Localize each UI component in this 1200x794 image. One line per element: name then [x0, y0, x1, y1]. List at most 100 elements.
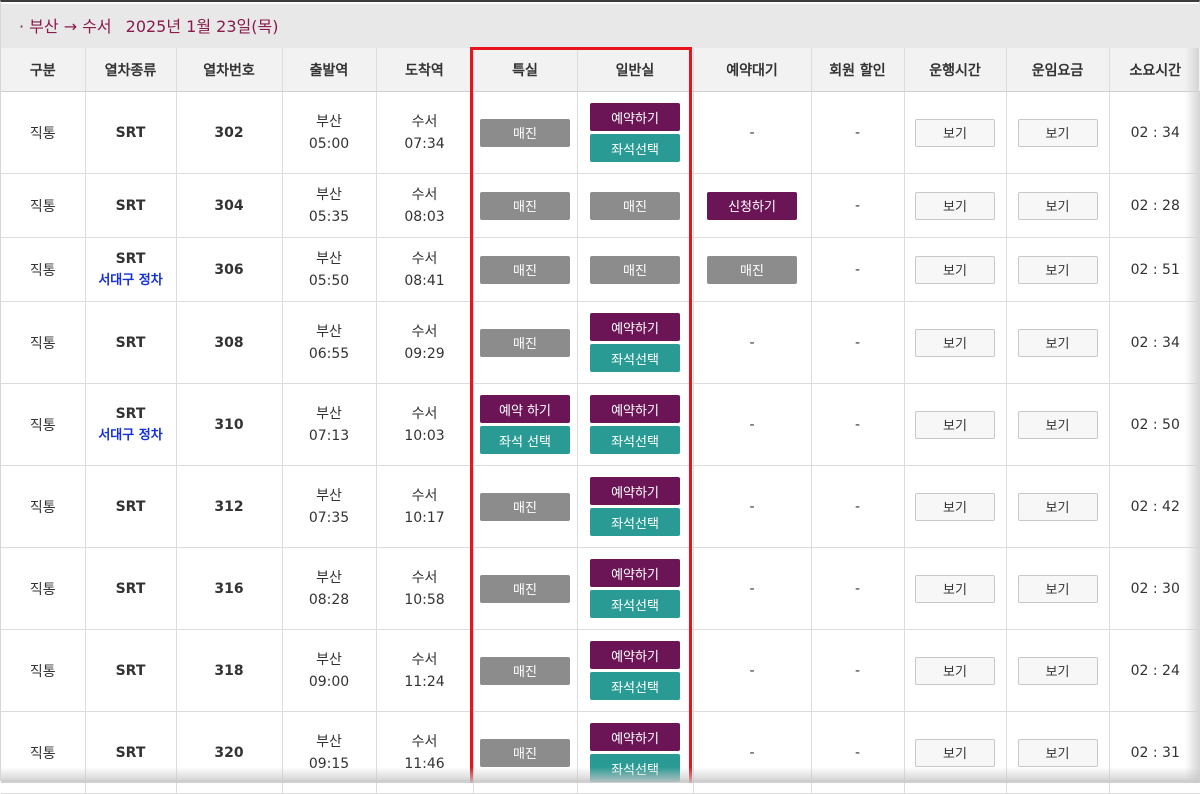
- view-fare-button[interactable]: 보기: [1017, 656, 1098, 685]
- departure-time: 09:00: [308, 673, 350, 690]
- view-schedule-button[interactable]: 보기: [915, 191, 995, 220]
- reserve-button[interactable]: 예약하기: [590, 477, 680, 505]
- schedule-cell: 보기: [903, 547, 1006, 630]
- departure-stack: 부산 07:13: [283, 403, 376, 447]
- table-row: 직통 SRT 서대구 정차 306 부산 05:50 수서 08:41 매진 매진 매진 - 보기 보기 0…: [1, 237, 1200, 302]
- departure-station: 부산: [316, 186, 342, 203]
- first-class-cell: 예약 하기좌석 선택: [472, 383, 577, 466]
- select-seat-button[interactable]: 좌석선택: [590, 344, 680, 372]
- view-fare-button[interactable]: 보기: [1017, 410, 1098, 439]
- member-discount-dash: -: [854, 261, 861, 278]
- reserve-button[interactable]: 예약하기: [590, 395, 680, 423]
- departure-stack: 부산 08:28: [283, 567, 376, 611]
- select-seat-button[interactable]: 좌석선택: [590, 590, 680, 618]
- view-fare-button[interactable]: 보기: [1017, 328, 1098, 357]
- train-type-stack: SRT: [86, 496, 176, 518]
- category-cell: 직통: [1, 465, 85, 548]
- reserve-button[interactable]: 예약하기: [590, 103, 680, 131]
- view-fare-button[interactable]: 보기: [1017, 118, 1098, 147]
- table-row: 직통 SRT 302 부산 05:00 수서 07:34 매진 예약하기 좌석선택 - - 보기 보기 02…: [1, 91, 1200, 174]
- departure-cell: 부산 08:28: [281, 547, 376, 630]
- member-discount-dash: -: [854, 124, 861, 141]
- arrival-stack: 수서 08:41: [377, 248, 473, 292]
- member-discount-cell: -: [810, 237, 904, 302]
- arrival-cell: 수서 10:17: [375, 465, 473, 548]
- reserve-button[interactable]: 예약하기: [590, 313, 680, 341]
- first-class-cell: 매진: [472, 237, 577, 302]
- schedule-cell: 보기: [903, 91, 1006, 174]
- fare-cell: 보기: [1005, 301, 1109, 384]
- departure-time: 07:35: [308, 509, 350, 526]
- waitlist-apply-button[interactable]: 신청하기: [707, 191, 797, 220]
- view-fare-button[interactable]: 보기: [1017, 191, 1098, 220]
- sold-out-button: 매진: [480, 191, 570, 220]
- view-schedule-button[interactable]: 보기: [915, 328, 995, 357]
- table-header-row: 구분 열차종류 열차번호 출발역 도착역 특실 일반실 예약대기 회원 할인 운…: [1, 48, 1200, 92]
- select-seat-button[interactable]: 좌석선택: [590, 672, 680, 700]
- train-type-cell: SRT: [84, 301, 176, 384]
- departure-cell: 부산 07:13: [281, 383, 376, 466]
- category-cell: 직통: [1, 383, 85, 466]
- train-type-cell: SRT: [84, 173, 176, 238]
- sold-out-button: 매진: [480, 738, 570, 767]
- view-schedule-button[interactable]: 보기: [915, 410, 995, 439]
- arrival-station: 수서: [411, 733, 438, 750]
- col-header-train-type: 열차종류: [84, 48, 176, 92]
- train-type-cell: SRT 서대구 정차: [84, 237, 176, 302]
- departure-stack: 부산 05:35: [283, 184, 376, 228]
- view-fare-button[interactable]: 보기: [1017, 255, 1098, 284]
- view-fare-button[interactable]: 보기: [1017, 492, 1098, 521]
- view-schedule-button[interactable]: 보기: [915, 738, 995, 767]
- departure-time: 06:55: [308, 345, 350, 362]
- arrival-cell: 수서 09:29: [375, 301, 473, 384]
- select-seat-button[interactable]: 좌석 선택: [480, 426, 570, 454]
- departure-stack: 부산 05:50: [283, 248, 376, 292]
- train-type-stack: SRT 서대구 정차: [86, 403, 176, 447]
- departure-cell: 부산 06:55: [281, 301, 376, 384]
- departure-station: 부산: [316, 487, 342, 504]
- train-number-cell: 304: [175, 173, 282, 238]
- view-fare-button[interactable]: 보기: [1017, 574, 1098, 603]
- train-rows: 직통 SRT 302 부산 05:00 수서 07:34 매진 예약하기 좌석선택 - - 보기 보기 02…: [1, 91, 1200, 794]
- reserve-button[interactable]: 예약 하기: [480, 395, 570, 423]
- arrival-stack: 수서 11:46: [377, 731, 473, 775]
- arrival-time: 10:03: [404, 427, 445, 444]
- category-cell: 직통: [1, 629, 85, 712]
- duration-cell: 02 : 24: [1108, 629, 1200, 712]
- select-seat-button[interactable]: 좌석선택: [590, 426, 680, 454]
- member-discount-dash: -: [854, 334, 861, 351]
- departure-station: 부산: [316, 405, 342, 422]
- waitlist-dash: -: [749, 334, 755, 351]
- train-type-cell: SRT 서대구 정차: [84, 383, 176, 466]
- stop-note: 서대구 정차: [98, 272, 163, 288]
- schedule-cell: 보기: [903, 173, 1006, 238]
- waitlist-cell: -: [692, 547, 811, 630]
- waitlist-cell: -: [692, 711, 811, 794]
- view-schedule-button[interactable]: 보기: [915, 492, 995, 521]
- departure-cell: 부산 09:15: [281, 711, 376, 794]
- view-schedule-button[interactable]: 보기: [915, 574, 995, 603]
- general-class-cell: 예약하기좌석선택: [576, 383, 693, 466]
- reserve-button[interactable]: 예약하기: [590, 559, 680, 587]
- waitlist-cell: -: [692, 383, 811, 466]
- arrival-cell: 수서 08:41: [375, 237, 473, 302]
- view-schedule-button[interactable]: 보기: [915, 118, 995, 147]
- arrival-station: 수서: [411, 323, 438, 340]
- select-seat-button[interactable]: 좌석선택: [590, 754, 680, 782]
- view-schedule-button[interactable]: 보기: [915, 255, 995, 284]
- reserve-button[interactable]: 예약하기: [590, 641, 680, 669]
- departure-station: 부산: [316, 323, 342, 340]
- arrival-cell: 수서 10:03: [375, 383, 473, 466]
- table-row: 직통 SRT 304 부산 05:35 수서 08:03 매진 매진 신청하기 - 보기 보기 02 : …: [1, 173, 1200, 238]
- select-seat-button[interactable]: 좌석선택: [590, 508, 680, 536]
- general-class-cell: 예약하기좌석선택: [576, 465, 693, 548]
- waitlist-dash: -: [749, 416, 755, 433]
- departure-cell: 부산 05:00: [281, 91, 376, 174]
- train-type-cell: SRT: [84, 465, 176, 548]
- select-seat-button[interactable]: 좌석선택: [590, 134, 680, 162]
- arrival-cell: 수서 11:24: [375, 629, 473, 712]
- reserve-button[interactable]: 예약하기: [590, 723, 680, 751]
- member-discount-cell: -: [810, 91, 904, 174]
- view-schedule-button[interactable]: 보기: [915, 656, 995, 685]
- view-fare-button[interactable]: 보기: [1017, 738, 1098, 767]
